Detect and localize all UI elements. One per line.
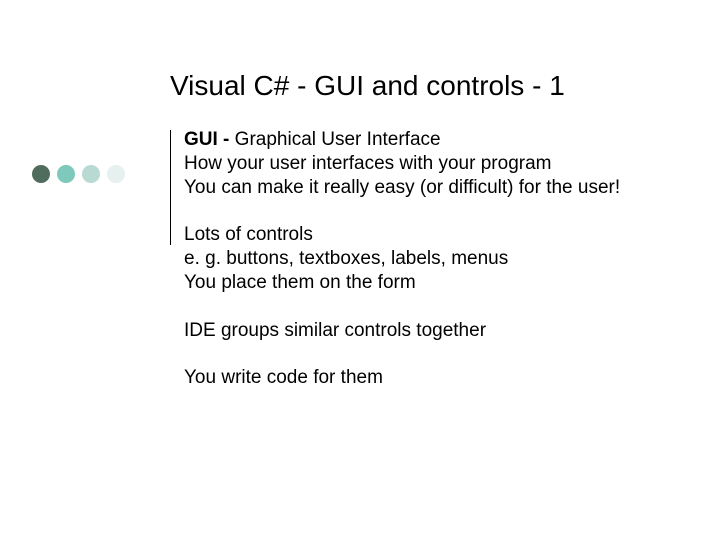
- body-line: You place them on the form: [184, 271, 654, 295]
- body-line: You write code for them: [184, 366, 654, 390]
- body-line: Lots of controls: [184, 223, 654, 247]
- slide-title: Visual C# - GUI and controls - 1: [170, 70, 565, 102]
- body-line: IDE groups similar controls together: [184, 319, 654, 343]
- body-text: Graphical User Interface: [235, 129, 441, 150]
- body-block-2: Lots of controls e. g. buttons, textboxe…: [184, 223, 654, 294]
- body-line: How your user interfaces with your progr…: [184, 152, 654, 176]
- dot-icon: [32, 165, 50, 183]
- body-line: e. g. buttons, textboxes, labels, menus: [184, 247, 654, 271]
- dot-icon: [82, 165, 100, 183]
- dot-icon: [57, 165, 75, 183]
- bold-text: GUI -: [184, 129, 235, 150]
- body-block-4: You write code for them: [184, 366, 654, 390]
- body-line: GUI - Graphical User Interface: [184, 128, 654, 152]
- vertical-divider: [170, 130, 171, 245]
- slide-body: GUI - Graphical User Interface How your …: [184, 128, 654, 390]
- body-block-1: GUI - Graphical User Interface How your …: [184, 128, 654, 199]
- body-block-3: IDE groups similar controls together: [184, 319, 654, 343]
- body-line: You can make it really easy (or difficul…: [184, 176, 654, 200]
- decorative-dots: [32, 165, 125, 183]
- dot-icon: [107, 165, 125, 183]
